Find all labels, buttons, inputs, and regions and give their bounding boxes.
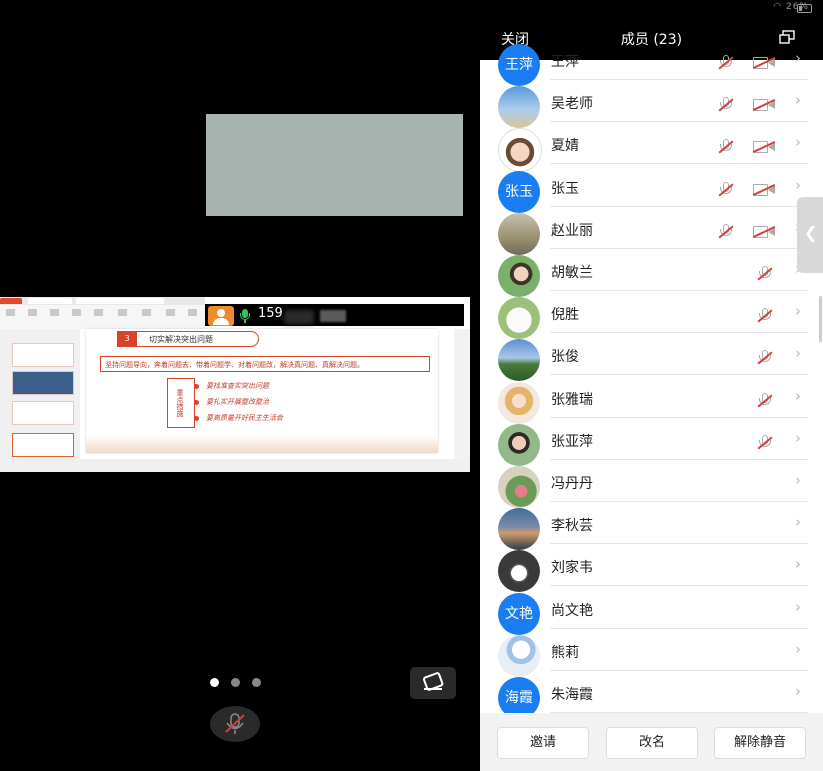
mic-active-icon: [240, 309, 250, 325]
chevron-right-icon: ›: [795, 49, 801, 67]
member-name: 张俊: [551, 349, 579, 366]
mic-muted-icon: [757, 350, 773, 366]
member-row[interactable]: 张亚萍 ›: [480, 418, 823, 466]
member-name: 李秋芸: [551, 518, 593, 535]
slide-item: 要找准查实突出问题: [194, 382, 269, 390]
slide-item: 要高质量开好民主生活会: [194, 414, 283, 422]
share-sidebar: [454, 329, 470, 459]
chevron-right-icon: ›: [795, 133, 801, 152]
member-row[interactable]: 熊莉 ›: [480, 629, 823, 677]
camera-off-icon: [752, 183, 776, 196]
mic-muted-icon: [718, 97, 734, 113]
member-name: 张玉: [551, 180, 579, 197]
chevron-right-icon: ›: [795, 555, 801, 574]
rename-button[interactable]: 改名: [606, 727, 698, 759]
chevron-right-icon: ›: [795, 91, 801, 110]
member-name: 尚文艳: [551, 602, 593, 619]
mic-muted-icon: [718, 223, 734, 240]
slide-banner: 坚持问题导向，奔着问题去、带着问题学、对着问题改，解决真问题、真解决问题。: [100, 356, 430, 372]
share-statusbar: [0, 459, 470, 472]
member-row[interactable]: 王萍 王萍 ›: [480, 38, 823, 86]
member-name: 熊莉: [551, 644, 579, 661]
member-row[interactable]: 倪胜 ›: [480, 291, 823, 340]
mic-muted-icon: [757, 434, 773, 451]
member-row[interactable]: 夏婧 ›: [480, 122, 823, 173]
page-dot[interactable]: [210, 678, 219, 687]
camera-feed: [206, 114, 463, 216]
unmute-all-button[interactable]: 解除静音: [714, 727, 806, 759]
chevron-right-icon: ›: [795, 639, 801, 658]
share-ribbon: [0, 305, 205, 329]
mic-muted-icon: [718, 55, 734, 71]
chevron-right-icon: ›: [795, 597, 801, 616]
wifi-icon: ◠: [773, 2, 783, 12]
member-name: 王萍: [551, 54, 579, 70]
invite-button[interactable]: 邀请: [497, 727, 589, 759]
mic-muted-icon: [718, 181, 734, 198]
member-row[interactable]: 李秋芸 ›: [480, 502, 823, 551]
chevron-right-icon: ›: [795, 471, 801, 489]
slide-item: 要扎实开展整改整治: [194, 398, 269, 406]
chevron-right-icon: ›: [795, 682, 801, 700]
chevron-right-icon: ›: [795, 302, 801, 321]
member-row[interactable]: 海霞 朱海霞 ›: [480, 671, 823, 719]
camera-off-icon: [752, 99, 776, 112]
member-row[interactable]: 文艳 尚文艳 ›: [480, 587, 823, 635]
rotate-icon: [422, 672, 444, 691]
slide-canvas: 3 切实解决突出问题 坚持问题导向，奔着问题去、带着问题学、对着问题改，解决真问…: [86, 329, 438, 453]
member-row[interactable]: 张俊 ›: [480, 333, 823, 382]
slide-box: 重点措施: [167, 378, 195, 428]
slide-decoration: [86, 435, 438, 453]
panel-footer: 邀请 改名 解除静音: [480, 713, 823, 771]
member-name: 张亚萍: [551, 433, 593, 450]
redacted-text: [284, 310, 314, 324]
member-name: 吴老师: [551, 96, 593, 113]
camera-off-icon: [752, 225, 776, 238]
video-area[interactable]: 3 切实解决突出问题 坚持问题导向，奔着问题去、带着问题学、对着问题改，解决真问…: [0, 0, 480, 771]
chevron-right-icon: ›: [795, 175, 801, 194]
slide-title: 切实解决突出问题: [137, 331, 259, 347]
member-row[interactable]: 赵业丽›: [480, 207, 823, 255]
mic-muted-icon: [757, 308, 773, 324]
chevron-left-icon: ❮: [804, 223, 818, 242]
chevron-right-icon: ›: [795, 428, 801, 447]
member-name: 张雅瑞: [551, 391, 593, 408]
redacted-text: [320, 310, 346, 322]
member-name: 胡敏兰: [551, 265, 593, 281]
mic-muted-icon: [718, 139, 734, 155]
share-tabs: [0, 297, 205, 305]
member-row[interactable]: 张雅瑞 ›: [480, 376, 823, 424]
chevron-right-icon: ›: [795, 513, 801, 532]
camera-off-icon: [752, 141, 776, 154]
speaker-name: 159: [258, 306, 283, 321]
member-name: 朱海霞: [551, 687, 593, 703]
member-panel: ◠ 26% 关闭 成员 (23) 王萍王萍›吴老师›夏婧›张玉张玉›赵业丽›胡敏…: [480, 0, 823, 771]
chevron-right-icon: ›: [795, 386, 801, 405]
member-name: 冯丹丹: [551, 476, 593, 492]
rotate-screen-button[interactable]: [410, 667, 456, 699]
mute-button[interactable]: [210, 706, 260, 742]
mic-muted-icon: [757, 392, 773, 409]
page-dot[interactable]: [252, 678, 261, 687]
slide-thumbnails: [0, 329, 80, 459]
battery-icon: [797, 4, 812, 13]
chevron-right-icon: ›: [795, 344, 801, 363]
member-name: 夏婧: [551, 138, 579, 155]
mic-muted-icon: [225, 713, 245, 734]
member-name: 倪胜: [551, 307, 579, 324]
member-name: 刘家韦: [551, 560, 593, 577]
member-row[interactable]: 冯丹丹 ›: [480, 460, 823, 508]
member-row[interactable]: 胡敏兰›: [480, 249, 823, 297]
collapse-panel-handle[interactable]: ❮: [797, 197, 823, 273]
member-row[interactable]: 刘家韦 ›: [480, 544, 823, 593]
page-dot[interactable]: [231, 678, 240, 687]
camera-off-icon: [752, 57, 776, 69]
slide-number: 3: [117, 331, 137, 347]
scrollbar[interactable]: [819, 296, 822, 342]
mic-muted-icon: [757, 266, 773, 282]
member-row[interactable]: 吴老师 ›: [480, 80, 823, 129]
member-name: 赵业丽: [551, 222, 593, 239]
member-row[interactable]: 张玉 张玉 ›: [480, 165, 823, 213]
user-icon: [208, 306, 234, 326]
